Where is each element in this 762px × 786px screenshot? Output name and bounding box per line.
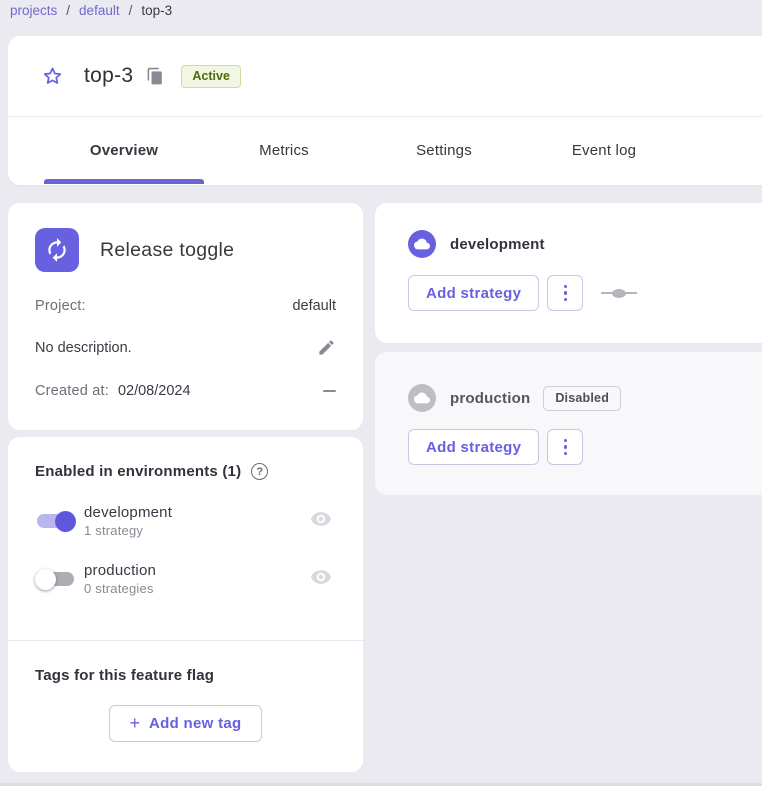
- environment-strategy-count: 0 strategies: [84, 581, 156, 596]
- feature-type-label: Release toggle: [100, 239, 234, 262]
- tab-overview[interactable]: Overview: [44, 117, 204, 184]
- created-row: Created at: 02/08/2024: [35, 383, 336, 399]
- project-label: Project:: [35, 298, 86, 314]
- feature-tabs: Overview Metrics Settings Event log: [8, 117, 762, 184]
- production-toggle[interactable]: [35, 567, 76, 592]
- environment-panel-name: production: [450, 390, 530, 407]
- breadcrumb-link-default[interactable]: default: [79, 3, 120, 18]
- feature-type-header: Release toggle: [35, 228, 336, 272]
- help-icon[interactable]: ?: [251, 463, 268, 480]
- edit-description-icon[interactable]: [317, 338, 336, 357]
- environment-toggle-texts: development 1 strategy: [84, 504, 172, 538]
- disabled-chip: Disabled: [543, 386, 621, 411]
- tab-metrics[interactable]: Metrics: [204, 117, 364, 184]
- development-environment-panel: development Add strategy: [375, 203, 762, 343]
- status-badge: Active: [181, 65, 241, 88]
- production-environment-panel: production Disabled Add strategy: [375, 352, 762, 495]
- tab-settings[interactable]: Settings: [364, 117, 524, 184]
- created-value: 02/08/2024: [118, 383, 191, 399]
- environment-toggle-row: development 1 strategy: [35, 504, 336, 538]
- breadcrumb: projects / default / top-3: [10, 3, 172, 18]
- development-panel-header: development: [408, 230, 742, 258]
- feature-title-row: top-3 Active: [8, 36, 762, 117]
- description-text: No description.: [35, 340, 132, 356]
- project-row: Project: default: [35, 298, 336, 314]
- plus-icon: +: [130, 714, 141, 732]
- page-title: top-3: [84, 64, 133, 88]
- tags-title: Tags for this feature flag: [35, 667, 336, 684]
- collapse-minus-icon[interactable]: [323, 390, 336, 393]
- production-panel-actions: Add strategy: [408, 429, 742, 465]
- cloud-environment-icon: [408, 384, 436, 412]
- environment-toggle-row: production 0 strategies: [35, 562, 336, 596]
- strategy-connector-icon: [601, 288, 637, 298]
- environment-panel-name: development: [450, 236, 545, 253]
- development-toggle[interactable]: [35, 509, 76, 534]
- add-new-tag-button[interactable]: + Add new tag: [109, 705, 262, 742]
- visibility-eye-icon[interactable]: [310, 566, 332, 593]
- tags-section: Tags for this feature flag + Add new tag: [8, 640, 363, 768]
- environment-menu-button[interactable]: [547, 275, 583, 311]
- feature-header-card: top-3 Active Overview Metrics Settings E…: [8, 36, 762, 185]
- enabled-environments-section: Enabled in environments (1) ? developmen…: [8, 437, 363, 640]
- enabled-environments-heading-row: Enabled in environments (1) ?: [35, 463, 336, 480]
- environments-tags-card: Enabled in environments (1) ? developmen…: [8, 437, 363, 772]
- enabled-environments-title: Enabled in environments (1): [35, 463, 241, 480]
- tab-event-log[interactable]: Event log: [524, 117, 684, 184]
- description-row: No description.: [35, 338, 336, 357]
- cloud-environment-icon: [408, 230, 436, 258]
- add-strategy-button[interactable]: Add strategy: [408, 275, 539, 311]
- environment-strategy-count: 1 strategy: [84, 523, 172, 538]
- breadcrumb-link-projects[interactable]: projects: [10, 3, 57, 18]
- visibility-eye-icon[interactable]: [310, 508, 332, 535]
- environment-name: production: [84, 562, 156, 579]
- project-value[interactable]: default: [292, 298, 336, 314]
- breadcrumb-current: top-3: [141, 3, 172, 18]
- breadcrumb-separator: /: [66, 3, 70, 18]
- favorite-star-icon[interactable]: [40, 64, 64, 88]
- feature-meta-card: Release toggle Project: default No descr…: [8, 203, 363, 430]
- release-toggle-icon: [35, 228, 79, 272]
- environment-name: development: [84, 504, 172, 521]
- development-panel-actions: Add strategy: [408, 275, 742, 311]
- add-new-tag-label: Add new tag: [149, 715, 241, 732]
- environment-toggle-texts: production 0 strategies: [84, 562, 156, 596]
- created-group: Created at: 02/08/2024: [35, 383, 191, 399]
- created-label: Created at:: [35, 383, 109, 399]
- copy-name-icon[interactable]: [146, 66, 166, 86]
- breadcrumb-separator: /: [129, 3, 133, 18]
- add-strategy-button[interactable]: Add strategy: [408, 429, 539, 465]
- production-panel-header: production Disabled: [408, 384, 742, 412]
- environment-menu-button[interactable]: [547, 429, 583, 465]
